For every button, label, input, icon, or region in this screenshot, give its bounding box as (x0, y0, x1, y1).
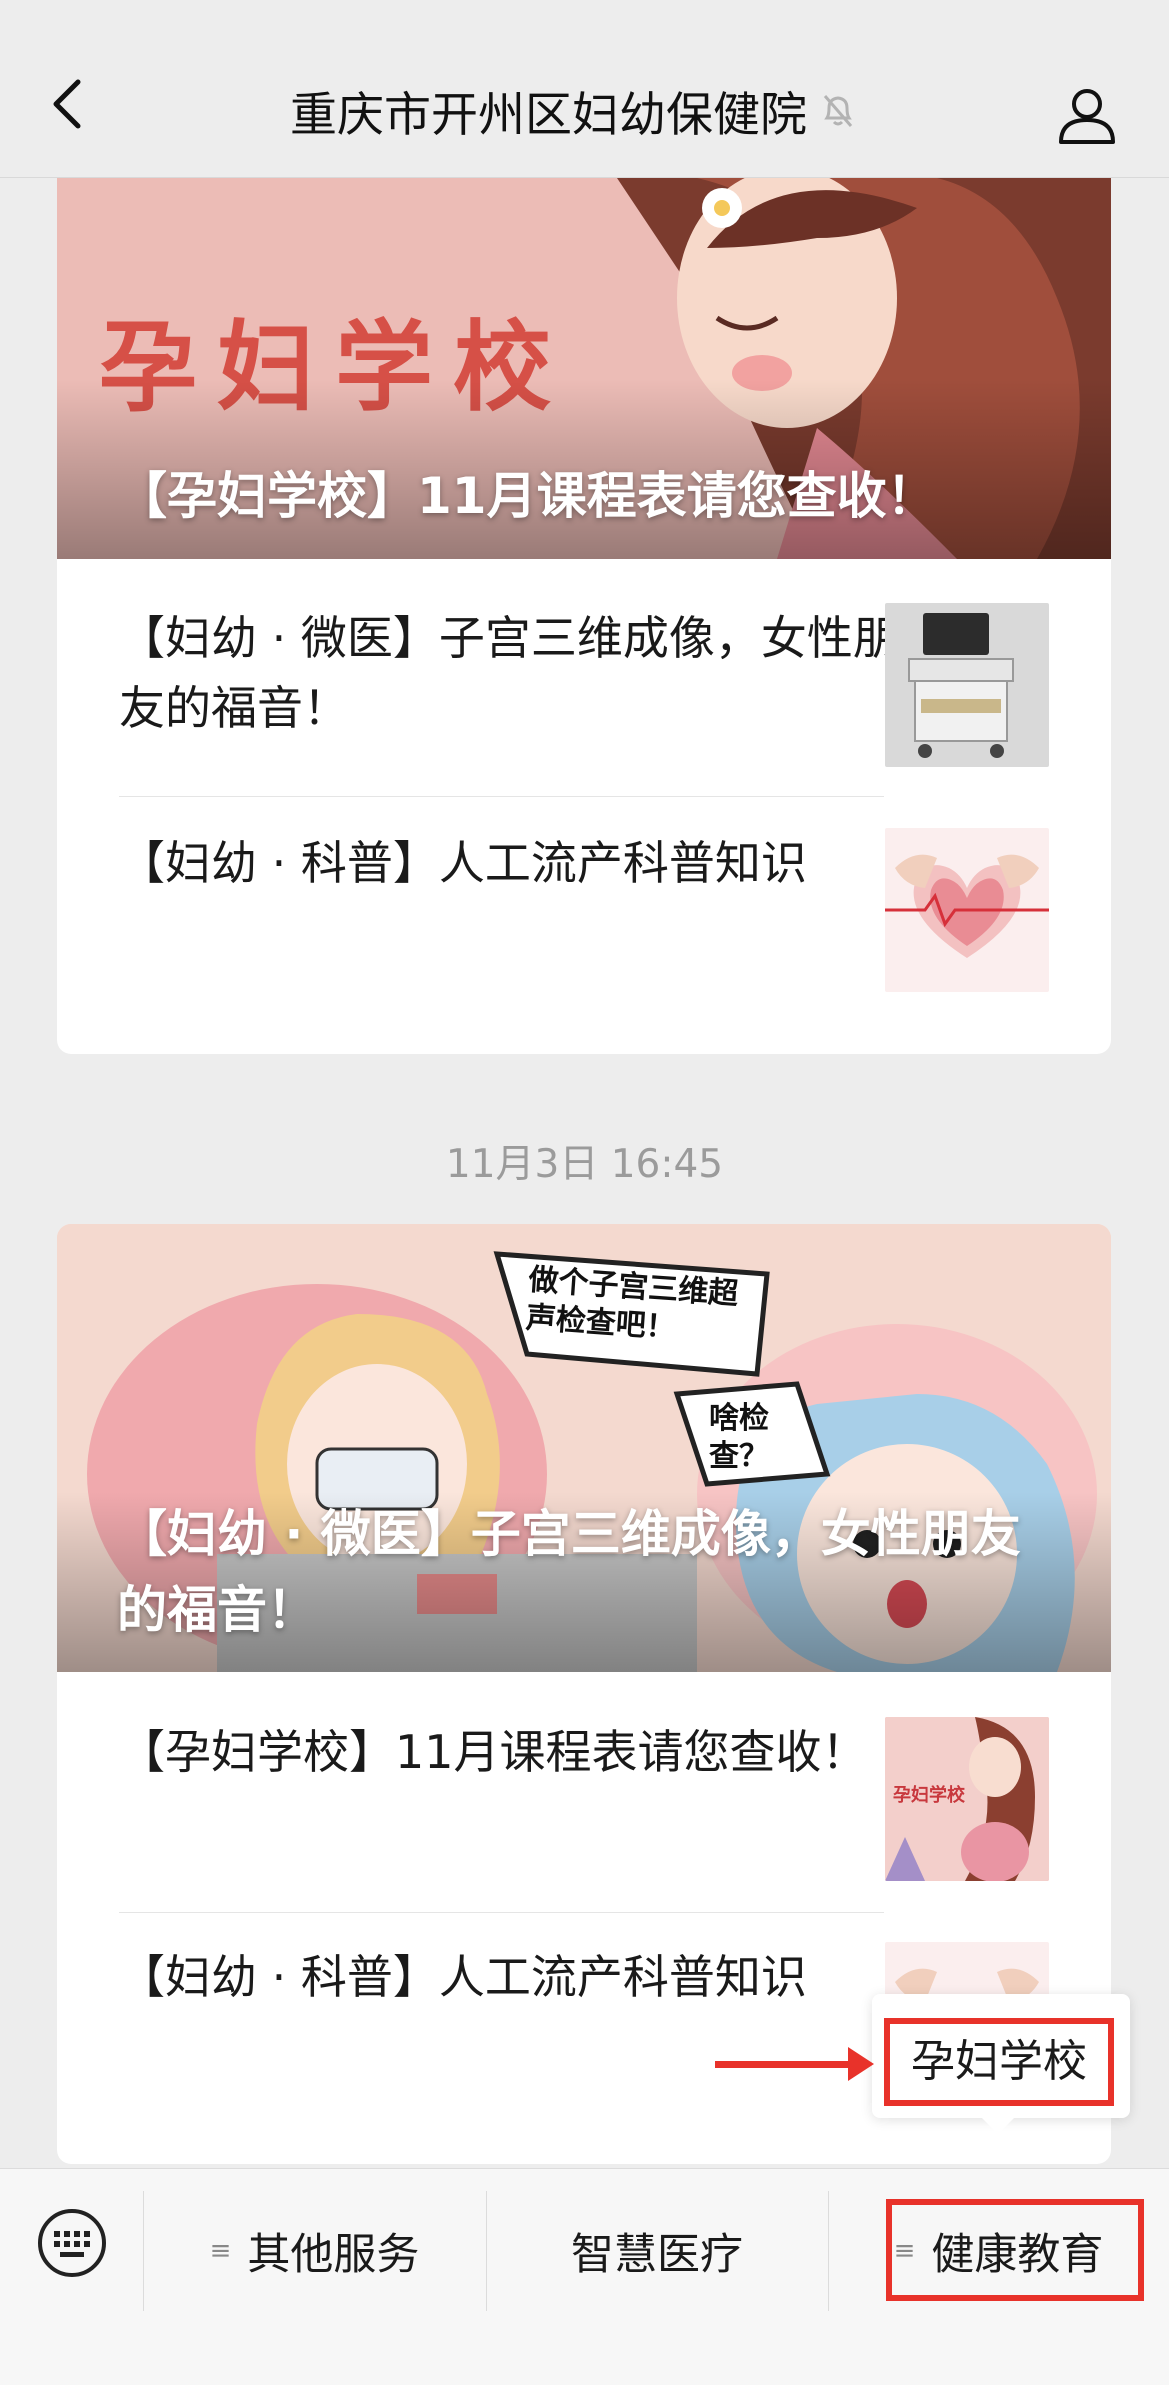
annotation-highlight-box (886, 2199, 1144, 2301)
menu-label: 其他服务 (247, 2230, 420, 2280)
menu-lines-icon: ≡ (209, 2236, 232, 2266)
list-item[interactable]: 【妇幼 · 科普】人工流产科普知识 (119, 828, 1049, 1053)
submenu-item-pregnant-school[interactable]: 孕妇学校 (884, 2018, 1114, 2106)
page-title-wrap: 重庆市开州区妇幼保健院 (290, 76, 861, 145)
ultrasound-machine-thumbnail (885, 603, 1049, 767)
bell-off-icon (823, 94, 853, 127)
article-card: 孕妇学校 【孕妇学校】11月课程表请您查收！ 【妇幼 · 微医】子宫三维成像，女… (57, 178, 1111, 1054)
speech-bubble-2: 啥检查？ (709, 1401, 769, 1474)
list-item[interactable]: 【妇幼 · 微医】子宫三维成像，女性朋友的福音！ (119, 603, 1049, 828)
annotation-arrow-head (848, 2047, 874, 2081)
pregnant-school-thumbnail: 孕妇学校 (885, 1717, 1049, 1881)
user-icon[interactable] (1055, 82, 1119, 146)
menu-other-services[interactable]: ≡ 其他服务 (143, 2191, 486, 2311)
annotation-arrow (715, 2061, 855, 2068)
thumb-text: 孕妇学校 (893, 1785, 965, 1806)
menu-label: 智慧医疗 (571, 2230, 743, 2280)
menu-smart-medical[interactable]: 智慧医疗 (486, 2191, 828, 2311)
cover-article[interactable]: 做个子宫三维超声检查吧！ 啥检查？ 【妇幼 · 微医】子宫三维成像，女性朋友的福… (57, 1224, 1111, 1672)
speech-bubble-1: 做个子宫三维超声检查吧！ (524, 1262, 740, 1346)
bottom-menu-bar: ≡ 其他服务 智慧医疗 ≡ 健康教育 (0, 2168, 1169, 2385)
item-title: 【妇幼 · 微医】子宫三维成像，女性朋友的福音！ (119, 611, 899, 735)
cover-article[interactable]: 孕妇学校 【孕妇学校】11月课程表请您查收！ (57, 178, 1111, 559)
submenu-popup: 孕妇学校 (872, 1994, 1130, 2134)
item-title: 【妇幼 · 科普】人工流产科普知识 (119, 836, 807, 890)
status-bar (0, 0, 1169, 30)
page-title: 重庆市开州区妇幼保健院 (290, 88, 807, 143)
heart-hands-thumbnail (885, 828, 1049, 992)
keyboard-icon[interactable] (36, 2207, 108, 2279)
nav-bar: 重庆市开州区妇幼保健院 (0, 30, 1169, 178)
item-title: 【妇幼 · 科普】人工流产科普知识 (119, 1950, 807, 2004)
cover-title: 【妇幼 · 微医】子宫三维成像，女性朋友的福音！ (117, 1505, 1021, 1639)
chevron-left-icon[interactable] (40, 74, 100, 134)
list-item[interactable]: 【孕妇学校】11月课程表请您查收！ 孕妇学校 (119, 1717, 1049, 1942)
divider (119, 796, 884, 797)
divider (119, 1912, 884, 1913)
item-title: 【孕妇学校】11月课程表请您查收！ (119, 1725, 868, 1779)
timestamp: 11月3日 16:45 (445, 1142, 724, 1187)
cover-title: 【孕妇学校】11月课程表请您查收！ (117, 467, 937, 525)
